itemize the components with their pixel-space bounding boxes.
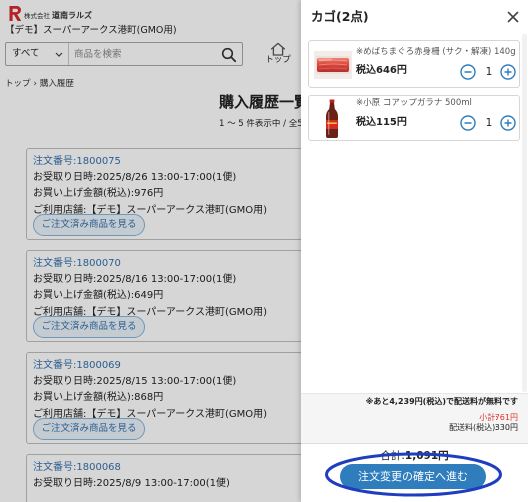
close-cart-button[interactable] — [506, 10, 520, 24]
plus-circle-icon — [500, 64, 516, 80]
cart-item: ※小原 コアップガラナ 500ml 税込115円 1 — [308, 95, 520, 141]
total-value: 1,091円 — [404, 450, 449, 462]
decrease-quantity-button[interactable] — [460, 64, 476, 80]
cart-item: ※めばちまぐろ赤身柵 (サク・解凍) 140g 税込646円 1 — [308, 40, 520, 88]
product-image-soda-bottle[interactable] — [323, 99, 341, 139]
cart-item-name: ※めばちまぐろ赤身柵 (サク・解凍) 140g — [356, 47, 516, 57]
cart-total: 合計:1,091円 — [301, 449, 528, 463]
minus-circle-icon — [460, 64, 476, 80]
cart-item-price: 税込646円 — [356, 65, 407, 76]
cart-item-price: 税込115円 — [356, 117, 407, 128]
cart-scrollbar[interactable] — [522, 34, 527, 392]
decrease-quantity-button[interactable] — [460, 115, 476, 131]
free-shipping-note: ※あと4,239円(税込)で配送料が無料です — [365, 397, 518, 406]
screen: 株式会社 道南ラルズ 【デモ】スーパーアークス港町(GMO用) すべて 商品を検… — [0, 0, 528, 502]
product-image-tuna[interactable] — [314, 51, 352, 79]
increase-quantity-button[interactable] — [500, 64, 516, 80]
minus-circle-icon — [460, 115, 476, 131]
shipping-fee-value: 330円 — [494, 423, 518, 432]
increase-quantity-button[interactable] — [500, 115, 516, 131]
cart-item-quantity: 1 — [485, 66, 493, 78]
cart-item-name: ※小原 コアップガラナ 500ml — [356, 98, 472, 108]
subtotal-value: 761円 — [494, 413, 518, 422]
total-label: 合計: — [380, 450, 405, 462]
close-icon — [507, 11, 519, 23]
cart-drawer: カゴ(2点) ※めばちまぐろ赤身柵 (サク・解凍) 140g 税込646円 1 … — [301, 0, 528, 502]
cart-title: カゴ(2点) — [311, 9, 369, 24]
cart-item-quantity: 1 — [485, 117, 493, 129]
shipping-fee-label: 配送料(税込): — [449, 423, 498, 432]
plus-circle-icon — [500, 115, 516, 131]
cart-summary: ※あと4,239円(税込)で配送料が無料です 小計: 761円 配送料(税込):… — [301, 393, 528, 444]
confirm-order-change-button[interactable]: 注文変更の確定へ進む — [340, 464, 486, 489]
